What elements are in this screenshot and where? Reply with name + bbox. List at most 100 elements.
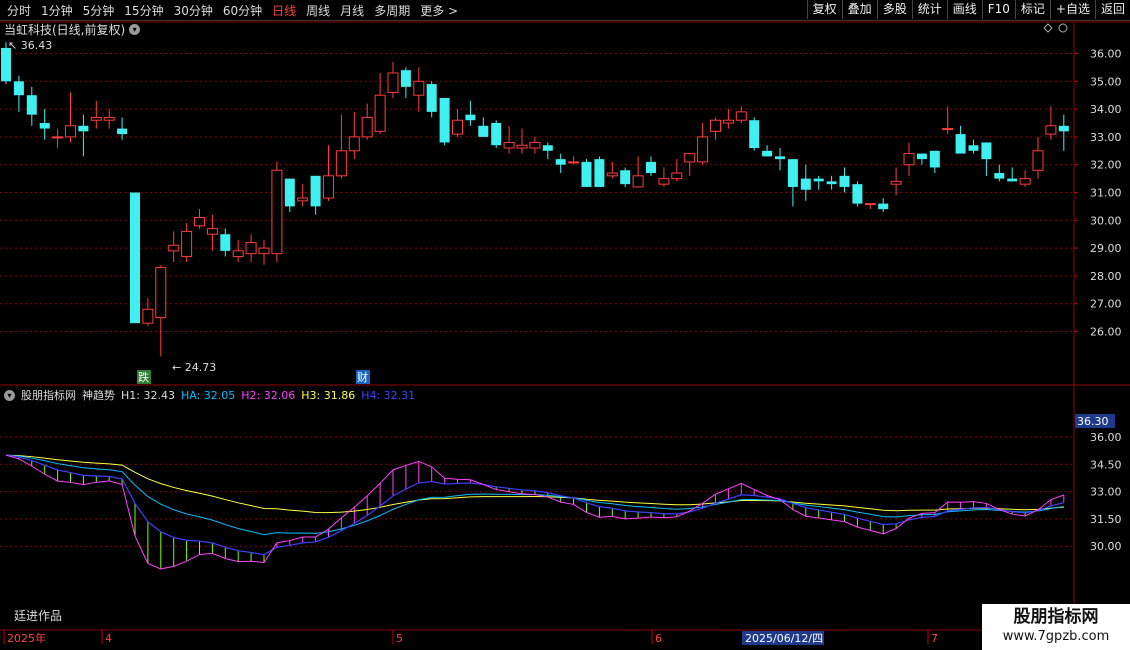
candle-body xyxy=(258,247,270,255)
indicator-axis-label: 30.00 xyxy=(1090,540,1122,553)
candle-body xyxy=(271,169,283,255)
indicator-values: H1: 32.43 HA: 32.05 H2: 32.06 H3: 31.86 H4: … xyxy=(121,389,415,402)
candle-body xyxy=(220,234,231,251)
candle-body xyxy=(903,153,915,166)
toolbar-button[interactable]: 返回 xyxy=(1094,0,1130,19)
candle-body xyxy=(775,156,785,160)
candle-body xyxy=(413,80,425,96)
toolbar-button[interactable]: 统计 xyxy=(911,0,947,19)
indicator-axis-label: 31.50 xyxy=(1090,513,1122,526)
indicator-axis-label: 34.50 xyxy=(1090,458,1122,471)
candle-body xyxy=(426,84,437,112)
price-axis-label: 33.00 xyxy=(1090,131,1122,144)
candle-body xyxy=(297,197,309,202)
period-tab[interactable]: 60分钟 xyxy=(218,2,267,19)
candle-body xyxy=(130,192,140,324)
price-axis-label: 36.00 xyxy=(1090,48,1122,61)
candle-body xyxy=(762,150,773,157)
candle-body xyxy=(117,128,128,135)
candle-body xyxy=(529,141,541,149)
toolbar-button[interactable]: 叠加 xyxy=(841,0,877,19)
candle-body xyxy=(890,180,902,185)
candle-body xyxy=(1032,150,1044,171)
chevron-down-icon[interactable]: ▾ xyxy=(129,24,141,35)
candle-body xyxy=(155,267,167,319)
candle-body xyxy=(620,170,631,185)
toolbar-button[interactable]: 画线 xyxy=(946,0,982,19)
chevron-down-icon[interactable]: ▾ xyxy=(4,389,15,401)
period-tab[interactable]: 多周期 xyxy=(369,2,415,19)
period-tab[interactable]: 1分钟 xyxy=(36,2,78,19)
period-tab[interactable]: 周线 xyxy=(301,2,335,19)
candle-body xyxy=(65,125,76,138)
candle-body xyxy=(400,70,411,87)
price-axis-label: 29.00 xyxy=(1090,242,1122,255)
indicator-axis-label: 36.00 xyxy=(1090,431,1122,444)
period-tab[interactable]: 月线 xyxy=(335,2,369,19)
toolbar-button[interactable]: 复权 xyxy=(806,0,842,19)
candle-body xyxy=(13,81,24,96)
candle-body xyxy=(581,161,592,187)
candle-body xyxy=(323,175,334,199)
h4-line xyxy=(5,454,1064,556)
author-label: 廷进作品 xyxy=(14,609,63,623)
period-tab[interactable]: 15分钟 xyxy=(119,2,168,19)
candle-body xyxy=(348,136,360,152)
low-price-label: ← 24.73 xyxy=(172,361,216,374)
candle-body xyxy=(335,150,347,177)
watermark: 股朋指标网 www.7gpzb.com xyxy=(982,604,1130,650)
indicator-value: HA: 32.05 xyxy=(180,388,236,402)
candle-body xyxy=(813,178,824,182)
event-marker-label: 财 xyxy=(357,370,368,384)
candle-body xyxy=(594,159,605,187)
candle-body xyxy=(245,242,257,255)
candle-body xyxy=(968,145,979,151)
indicator-name[interactable]: 股朋指标网 xyxy=(21,387,76,403)
candle-body xyxy=(658,178,670,185)
indicator-value: H2: 32.06 xyxy=(241,388,296,402)
indicator-header: ▾ 股朋指标网 神趋势 H1: 32.43 HA: 32.05 H2: 32.06 H… xyxy=(4,387,415,403)
circle-icon xyxy=(1058,23,1068,33)
chart-canvas[interactable]: 36.00 35.00 34.00 33.00 32.00 31.00 30.00 29.00… xyxy=(0,0,1130,650)
candle-body xyxy=(749,120,760,149)
candle-body xyxy=(800,178,811,190)
candle-body xyxy=(942,128,954,131)
period-tab[interactable]: 更多 > xyxy=(415,2,463,19)
candle-body xyxy=(52,136,64,139)
candle-body xyxy=(478,125,489,137)
candle-body xyxy=(310,175,321,207)
candle-body xyxy=(710,119,721,132)
toolbar-button[interactable]: F10 xyxy=(981,0,1015,19)
candle-body xyxy=(878,203,889,210)
candle-body xyxy=(26,95,37,115)
period-tab[interactable]: 5分钟 xyxy=(78,2,120,19)
candle-body xyxy=(671,172,683,180)
toolbar-button[interactable]: 多股 xyxy=(876,0,912,19)
candle-body xyxy=(864,203,876,206)
toolbar: 分时 1分钟 5分钟 15分钟 30分钟 60分钟 日线 周线 月线 多周期 更多 > 复权 叠加 多股… xyxy=(0,0,1130,21)
candle-body xyxy=(465,114,476,121)
period-tab[interactable]: 30分钟 xyxy=(169,2,218,19)
toolbar-button[interactable]: 标记 xyxy=(1014,0,1050,19)
candle-body xyxy=(103,116,115,121)
candle-body xyxy=(39,123,50,129)
candle-body xyxy=(787,159,798,187)
candle-body xyxy=(1007,178,1018,182)
period-tab[interactable]: 日线 xyxy=(267,2,301,19)
candle-body xyxy=(852,184,863,204)
toolbar-button[interactable]: +自选 xyxy=(1049,0,1095,19)
ha-line xyxy=(5,454,1064,536)
date-axis-label: 4 xyxy=(105,632,112,645)
period-tab[interactable]: 分时 xyxy=(2,2,36,19)
price-axis-label: 34.00 xyxy=(1090,103,1122,116)
price-axis-label: 26.00 xyxy=(1090,326,1122,339)
price-axis-label: 30.00 xyxy=(1090,214,1122,227)
period-tabs: 分时 1分钟 5分钟 15分钟 30分钟 60分钟 日线 周线 月线 多周期 更多 > xyxy=(2,0,463,20)
candle-body xyxy=(1058,125,1069,132)
candle-body xyxy=(90,116,102,121)
indicator-value: H3: 31.86 xyxy=(301,388,356,402)
indicator-axis-label: 33.00 xyxy=(1090,486,1122,499)
candle-body xyxy=(722,119,734,124)
candle-body xyxy=(916,153,927,160)
indicator-value: H4: 32.31 xyxy=(361,388,416,402)
